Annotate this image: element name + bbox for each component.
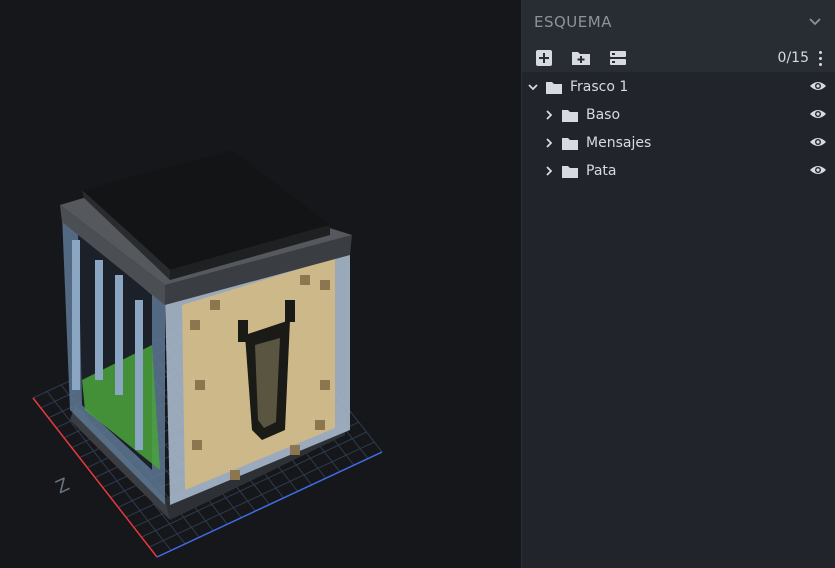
visibility-eye-icon[interactable] bbox=[809, 79, 827, 93]
chevron-right-icon[interactable] bbox=[542, 108, 556, 122]
folder-icon bbox=[546, 80, 564, 94]
element-counter: 0/15 bbox=[777, 50, 809, 66]
tree-item-label: Baso bbox=[586, 107, 621, 123]
add-cube-button[interactable] bbox=[532, 46, 556, 70]
chevron-down-icon[interactable] bbox=[526, 80, 540, 94]
folder-icon bbox=[562, 136, 580, 150]
more-options-button[interactable] bbox=[815, 48, 825, 68]
tree-item-label: Frasco 1 bbox=[570, 79, 629, 95]
collapse-panel-button[interactable] bbox=[807, 14, 823, 30]
app-root: Z ESQUEMA 0/15 Frasco 1 Baso Mensajes Pa… bbox=[0, 0, 835, 568]
tree-item-label: Pata bbox=[586, 163, 617, 179]
add-group-button[interactable] bbox=[569, 46, 593, 70]
tree-item-label: Mensajes bbox=[586, 135, 652, 151]
add-cube-icon bbox=[536, 50, 552, 66]
chevron-right-icon[interactable] bbox=[542, 164, 556, 178]
outliner-header: ESQUEMA bbox=[522, 0, 835, 44]
add-locator-icon bbox=[610, 51, 626, 65]
outliner-toolbar: 0/15 bbox=[522, 44, 835, 72]
chevron-right-icon[interactable] bbox=[542, 136, 556, 150]
axis-label-z: Z bbox=[53, 474, 73, 498]
tree-item-baso[interactable]: Baso bbox=[522, 101, 835, 129]
tree-item-frasco-1[interactable]: Frasco 1 bbox=[522, 73, 835, 101]
tree-item-pata[interactable]: Pata bbox=[522, 157, 835, 185]
label-figure-inner bbox=[255, 338, 280, 428]
viewport-scene: Z bbox=[32, 150, 383, 558]
folder-icon bbox=[562, 164, 580, 178]
outliner-title: ESQUEMA bbox=[534, 13, 612, 31]
visibility-eye-icon[interactable] bbox=[809, 135, 827, 149]
outliner-tree: Frasco 1 Baso Mensajes Pata bbox=[522, 72, 835, 185]
visibility-eye-icon[interactable] bbox=[809, 107, 827, 121]
visibility-eye-icon[interactable] bbox=[809, 163, 827, 177]
chevron-down-icon bbox=[809, 18, 821, 26]
outliner-panel: ESQUEMA 0/15 Frasco 1 Baso Mensajes Pata bbox=[521, 0, 835, 568]
tree-item-mensajes[interactable]: Mensajes bbox=[522, 129, 835, 157]
3d-viewport[interactable]: Z bbox=[0, 0, 521, 568]
folder-icon bbox=[562, 108, 580, 122]
add-group-icon bbox=[572, 52, 590, 65]
add-locator-button[interactable] bbox=[606, 46, 630, 70]
